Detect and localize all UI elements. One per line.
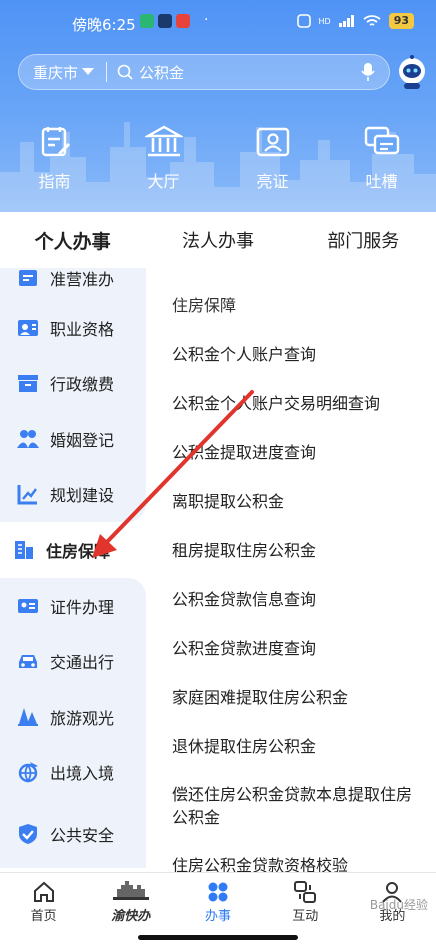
nav-home-label: 首页 <box>30 909 57 924</box>
hall-icon <box>144 125 183 157</box>
microphone-icon[interactable] <box>361 62 375 82</box>
service-item[interactable]: 公积金贷款信息查询 <box>146 575 436 624</box>
service-item[interactable]: 退休提取住房公积金 <box>146 722 436 771</box>
status-time: 傍晚6:25 <box>72 16 136 34</box>
sidebar-item-label: 出境入境 <box>50 764 115 784</box>
sidebar-item-label: 规划建设 <box>50 486 115 506</box>
watermark: Baidu经验 <box>369 898 428 912</box>
sidebar-item-public-safety[interactable]: 公共安全 <box>0 800 146 868</box>
search-divider <box>106 62 108 82</box>
city-selector[interactable]: 重庆市 <box>19 62 95 83</box>
nav-home[interactable]: 首页 <box>0 873 87 946</box>
couple-icon <box>17 429 39 448</box>
quick-feedback[interactable]: 吐槽 <box>327 124 436 192</box>
sidebar-item-tourism[interactable]: 旅游观光 <box>0 689 146 745</box>
quick-show-id-label: 亮证 <box>256 172 289 191</box>
quick-feedback-label: 吐槽 <box>365 172 398 191</box>
service-item[interactable]: 公积金提取进度查询 <box>146 428 436 477</box>
nav-interact-label: 互动 <box>292 909 319 924</box>
sidebar-item-qualification[interactable]: 职业资格 <box>0 300 146 356</box>
sidebar-item-label: 职业资格 <box>50 319 115 339</box>
service-item[interactable]: 公积金个人账户查询 <box>146 330 436 379</box>
tab-personal[interactable]: 个人办事 <box>0 212 145 268</box>
search-query-text: 公积金 <box>139 63 185 82</box>
id-card-icon <box>256 127 289 157</box>
nav-yukuaiban-label: 渝快办 <box>111 909 151 924</box>
quick-hall[interactable]: 大厅 <box>109 124 218 192</box>
sidebar-item-admin-fees[interactable]: 行政缴费 <box>0 356 146 412</box>
certificate-icon <box>18 598 38 613</box>
status-dot: · <box>204 12 209 28</box>
sidebar-item-label: 行政缴费 <box>50 375 115 395</box>
service-item[interactable]: 住房公积金贷款资格校验 <box>146 841 436 872</box>
city-label: 重庆市 <box>33 63 79 82</box>
building-icon <box>15 541 33 559</box>
sidebar-group-lower: 证件办理 交通出行 旅游观光 出境入境 公共安全 <box>0 578 146 868</box>
shield-icon <box>19 824 37 844</box>
search-bar[interactable]: 重庆市 公积金 <box>18 54 390 90</box>
sidebar-item-label: 公共安全 <box>50 826 115 845</box>
section-title: 住房保障 <box>172 296 237 315</box>
sidebar-item-marriage[interactable]: 婚姻登记 <box>0 411 146 467</box>
service-item[interactable]: 公积金贷款进度查询 <box>146 624 436 673</box>
sidebar-item-transport[interactable]: 交通出行 <box>0 634 146 690</box>
quick-guide-label: 指南 <box>38 172 71 191</box>
sidebar-item-housing[interactable]: 住房保障 <box>0 522 146 578</box>
caret-down-icon <box>82 68 95 75</box>
category-tabs: 个人办事 法人办事 部门服务 <box>0 212 436 268</box>
category-sidebar: 准营准办 职业资格 行政缴费 婚姻登记 规划建设 住房保障 证件办理 交通出行 <box>0 268 146 872</box>
car-icon <box>19 655 37 669</box>
status-right: HD 93 <box>296 13 414 29</box>
sidebar-item-border[interactable]: 出境入境 <box>0 745 146 801</box>
sidebar-item-label: 旅游观光 <box>50 708 115 728</box>
sidebar-item-label: 证件办理 <box>50 597 115 617</box>
signal-hd-label: HD <box>318 16 331 26</box>
sidebar-group-upper: 准营准办 职业资格 行政缴费 婚姻登记 规划建设 <box>0 268 146 522</box>
home-icon <box>33 881 54 902</box>
interact-icon <box>294 881 317 903</box>
sidebar-item-planning[interactable]: 规划建设 <box>0 467 146 523</box>
quick-entry-row: 指南 大厅 亮证 吐槽 <box>0 124 436 192</box>
nav-services-label: 办事 <box>205 909 232 924</box>
planning-icon <box>17 485 37 505</box>
service-list: 住房保障 公积金个人账户查询 公积金个人账户交易明细查询 公积金提取进度查询 离… <box>146 268 436 872</box>
grid-dots-icon <box>208 882 228 902</box>
yukuaiban-logo-icon <box>112 881 149 900</box>
service-item[interactable]: 偿还住房公积金贷款本息提取住房公积金 <box>146 771 436 841</box>
service-item[interactable]: 离职提取公积金 <box>146 477 436 526</box>
quick-hall-label: 大厅 <box>147 172 180 191</box>
qualification-icon <box>18 319 38 336</box>
tree-icon <box>18 707 38 726</box>
wifi-icon <box>363 14 381 26</box>
permit-icon <box>19 270 37 286</box>
robot-assistant-icon[interactable] <box>394 54 430 90</box>
sidebar-item-label: 交通出行 <box>50 653 115 673</box>
service-item[interactable]: 公积金个人账户交易明细查询 <box>146 379 436 428</box>
service-item[interactable]: 家庭困难提取住房公积金 <box>146 673 436 722</box>
signal-bars-icon <box>338 15 354 27</box>
sidebar-item-label: 婚姻登记 <box>50 430 115 450</box>
guide-icon <box>41 127 70 157</box>
status-app-icons <box>140 14 190 28</box>
service-item[interactable]: 租房提取住房公积金 <box>146 526 436 575</box>
tab-department[interactable]: 部门服务 <box>291 212 436 268</box>
sidebar-item-certificates[interactable]: 证件办理 <box>0 578 146 634</box>
sidebar-item-label: 准营准办 <box>50 270 115 289</box>
home-indicator[interactable] <box>138 935 298 940</box>
nfc-icon <box>296 14 311 28</box>
quick-show-id[interactable]: 亮证 <box>218 124 327 192</box>
sidebar-item-label: 住房保障 <box>46 542 111 561</box>
status-bar: 傍晚6:25 · HD 93 <box>0 0 436 46</box>
fees-box-icon <box>18 375 38 393</box>
search-input[interactable]: 公积金 <box>117 62 361 83</box>
globe-plane-icon <box>18 762 38 783</box>
search-icon <box>117 64 133 80</box>
feedback-icon <box>364 126 399 155</box>
battery-indicator: 93 <box>388 13 414 29</box>
sidebar-item-business-permit[interactable]: 准营准办 <box>0 268 146 300</box>
quick-guide[interactable]: 指南 <box>0 124 109 192</box>
tab-corporate[interactable]: 法人办事 <box>145 212 290 268</box>
